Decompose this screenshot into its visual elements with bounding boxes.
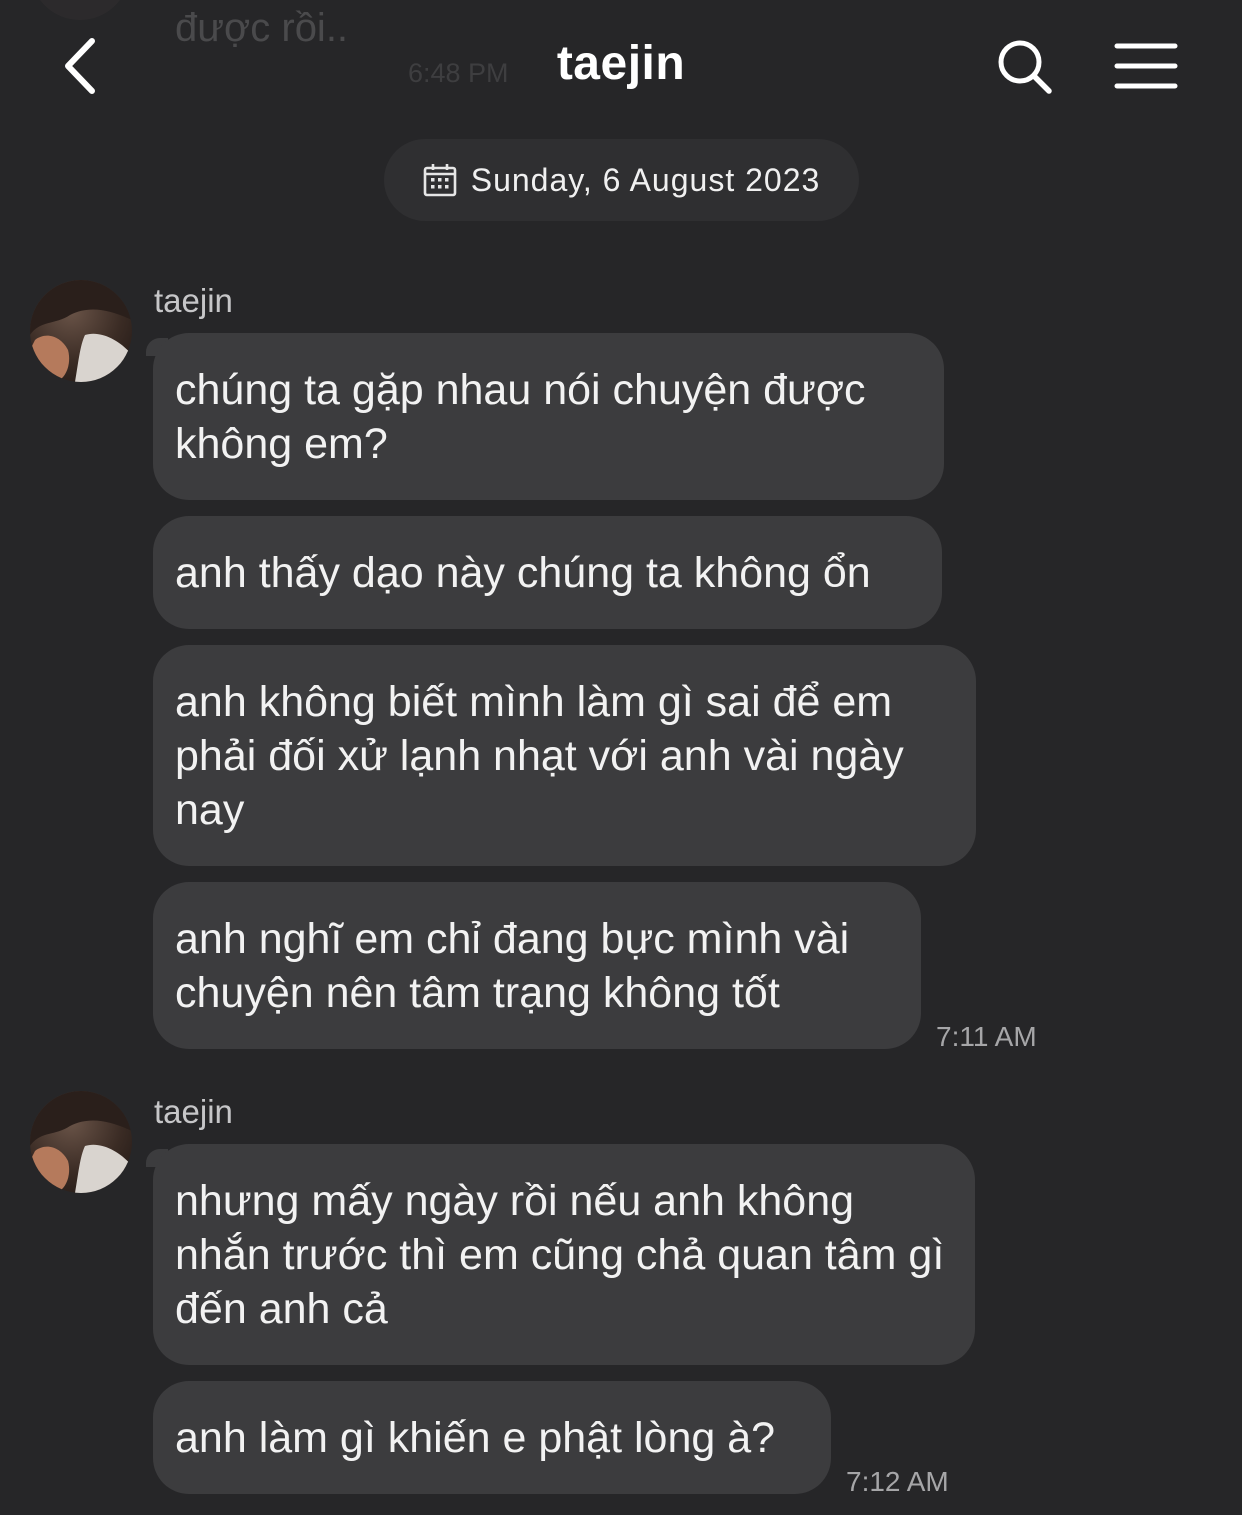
message-text: anh thấy dạo này chúng ta không ổn (175, 548, 871, 597)
message-timestamp: 7:11 AM (936, 1021, 1037, 1052)
message-bubble[interactable]: anh không biết mình làm gì sai để em phả… (153, 645, 976, 866)
message-text: anh không biết mình làm gì sai để em phả… (175, 677, 904, 834)
message-bubble[interactable]: chúng ta gặp nhau nói chuyện được không … (153, 333, 944, 500)
search-button[interactable] (990, 32, 1060, 102)
message-bubble[interactable]: nhưng mấy ngày rồi nếu anh không nhắn tr… (153, 1144, 975, 1365)
message-bubble[interactable]: anh nghĩ em chỉ đang bực mình vài chuyện… (153, 882, 921, 1049)
chat-screen: được rồi.. 6:48 PM taejin Sunday, 6 Augu… (0, 0, 1242, 1515)
message-text: nhưng mấy ngày rồi nếu anh không nhắn tr… (175, 1176, 945, 1333)
calendar-icon (423, 164, 457, 197)
message-text: anh làm gì khiến e phật lòng à? (175, 1413, 776, 1462)
message-bubble[interactable]: anh làm gì khiến e phật lòng à? (153, 1381, 831, 1494)
sender-name: taejin (154, 282, 233, 319)
avatar[interactable] (30, 280, 132, 382)
date-separator: Sunday, 6 August 2023 (384, 139, 859, 221)
menu-button[interactable] (1110, 36, 1182, 96)
message-bubble[interactable]: anh thấy dạo này chúng ta không ổn (153, 516, 942, 629)
message-timestamp: 7:12 AM (846, 1466, 949, 1497)
sender-name: taejin (154, 1093, 233, 1130)
hamburger-menu-icon (1114, 43, 1178, 89)
scrolled-avatar (30, 0, 130, 20)
message-text: chúng ta gặp nhau nói chuyện được không … (175, 365, 866, 468)
date-separator-label: Sunday, 6 August 2023 (470, 161, 821, 198)
search-icon (998, 40, 1052, 94)
message-text: anh nghĩ em chỉ đang bực mình vài chuyện… (175, 914, 850, 1017)
avatar[interactable] (30, 1091, 132, 1193)
